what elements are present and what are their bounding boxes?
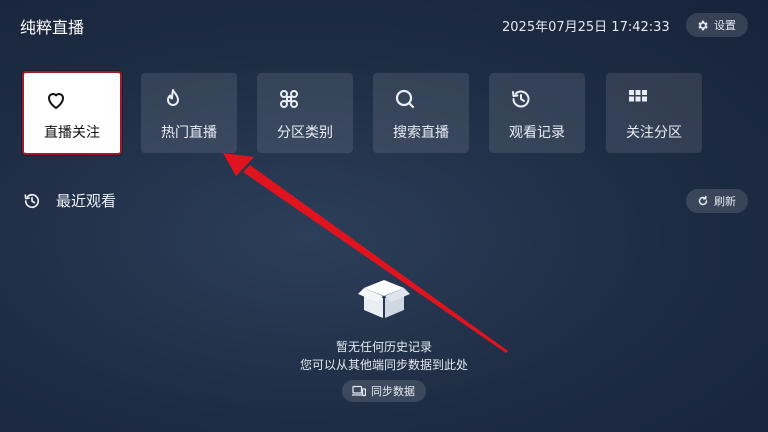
annotation-arrow [223,153,508,353]
